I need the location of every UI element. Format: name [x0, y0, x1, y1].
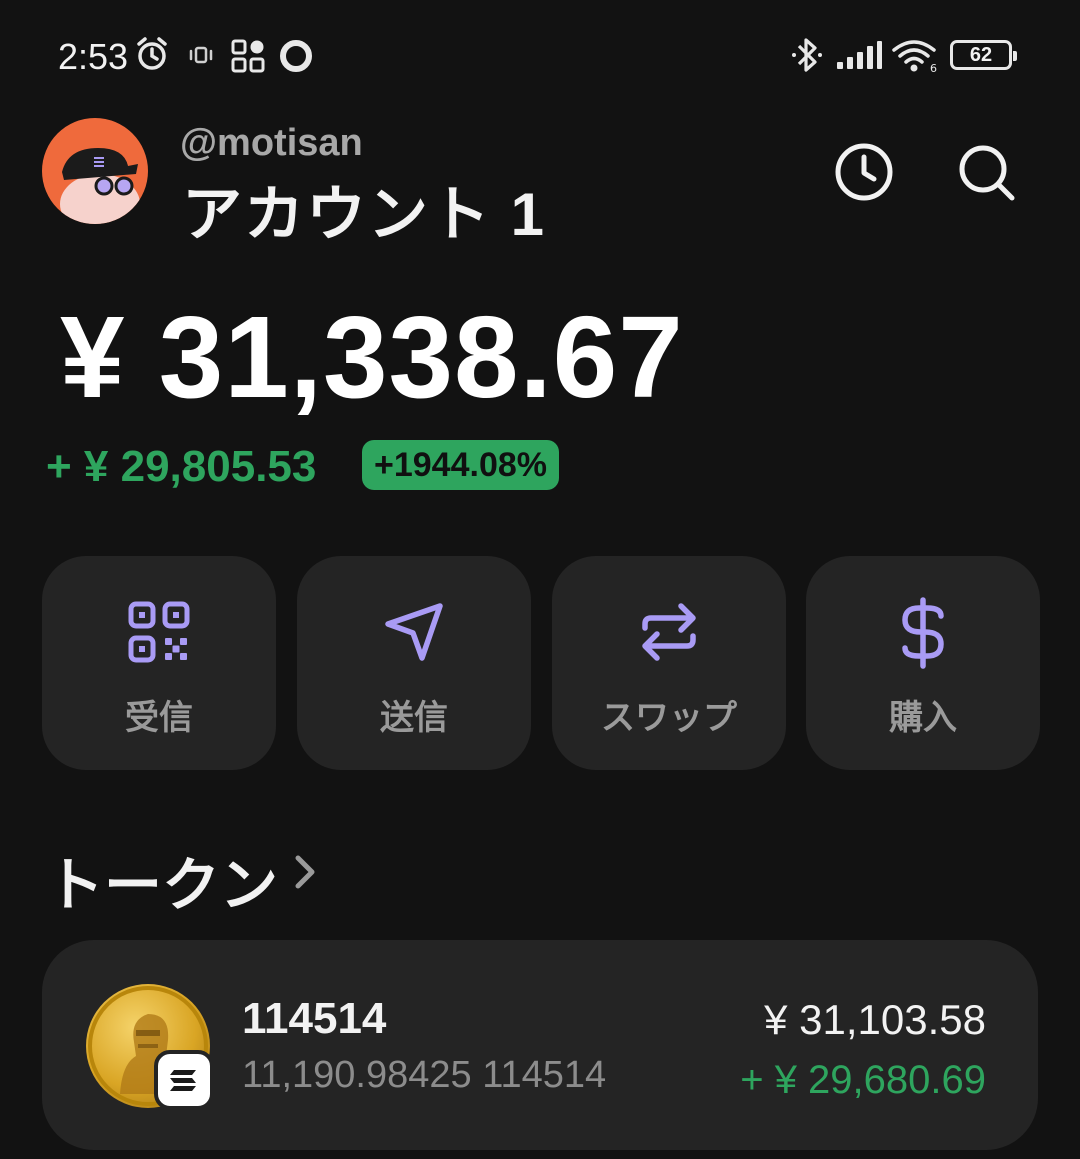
- qr-code-icon: [128, 601, 190, 663]
- dollar-icon: [902, 597, 944, 669]
- record-icon: [280, 40, 312, 72]
- svg-text:6: 6: [930, 62, 937, 74]
- wifi-icon: 6: [892, 40, 937, 74]
- balance-change-percent-badge: +1944.08%: [362, 440, 559, 490]
- send-icon: [385, 603, 443, 661]
- chevron-right-icon[interactable]: [290, 852, 320, 892]
- search-icon[interactable]: [954, 140, 1018, 204]
- status-bar: 2:53 6 62: [0, 0, 1080, 110]
- receive-button[interactable]: 受信: [42, 556, 276, 770]
- send-label: 送信: [380, 699, 448, 737]
- solana-chain-icon: [154, 1050, 214, 1110]
- battery-indicator: 62: [950, 40, 1017, 70]
- token-change: + ¥ 29,680.69: [740, 1058, 986, 1102]
- battery-level: 62: [969, 43, 993, 66]
- apps-icon: [231, 39, 265, 73]
- signal-icon: [837, 41, 882, 69]
- send-button[interactable]: 送信: [297, 556, 531, 770]
- token-amount: 11,190.98425 114514: [242, 1054, 607, 1096]
- status-time: 2:53: [58, 36, 129, 77]
- tokens-section-title[interactable]: トークン: [46, 838, 278, 922]
- buy-label: 購入: [889, 699, 957, 737]
- alarm-icon: [137, 37, 167, 70]
- token-name: 114514: [242, 994, 387, 1043]
- vibrate-icon: [189, 46, 213, 64]
- avatar-illustration: [60, 148, 140, 224]
- swap-label: スワップ: [601, 699, 737, 737]
- token-value: ¥ 31,103.58: [764, 996, 986, 1043]
- token-row[interactable]: 114514 11,190.98425 114514 ¥ 31,103.58 +…: [42, 940, 1038, 1150]
- avatar[interactable]: [42, 118, 148, 224]
- swap-button[interactable]: スワップ: [552, 556, 786, 770]
- receive-label: 受信: [125, 699, 193, 737]
- buy-button[interactable]: 購入: [806, 556, 1040, 770]
- history-icon[interactable]: [832, 140, 896, 204]
- balance-change: + ¥ 29,805.53: [46, 442, 317, 491]
- total-balance: ¥ 31,338.67: [60, 292, 684, 422]
- swap-icon: [642, 603, 696, 661]
- account-handle: @motisan: [180, 122, 363, 164]
- account-name[interactable]: アカウント 1: [182, 166, 546, 253]
- bluetooth-icon: [792, 38, 822, 72]
